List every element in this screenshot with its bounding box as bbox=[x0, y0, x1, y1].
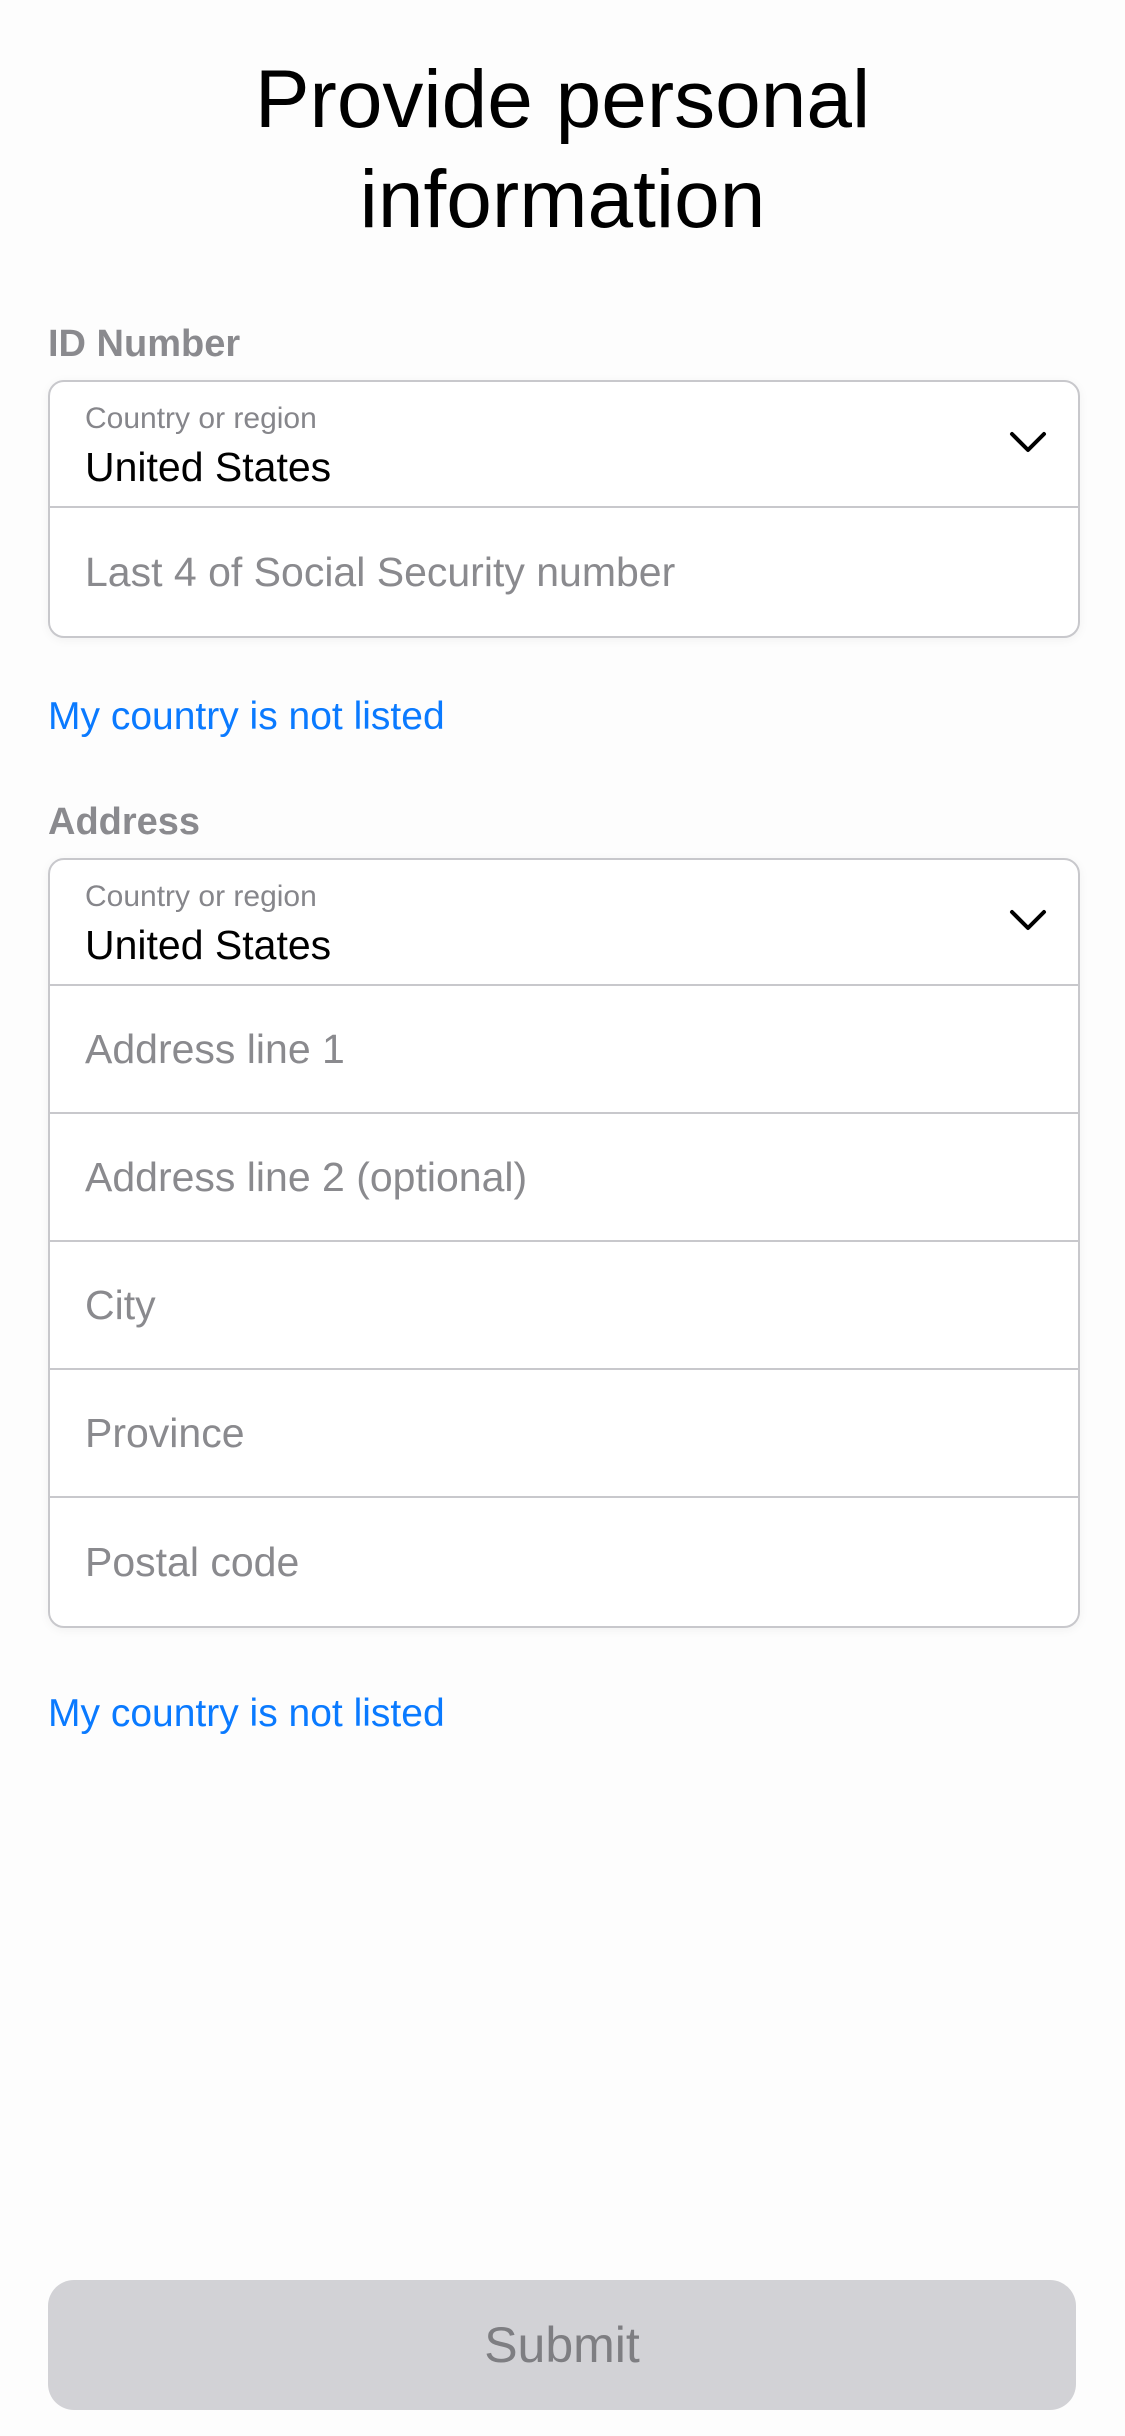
id-country-caption: Country or region bbox=[85, 402, 317, 435]
address-country-value: United States bbox=[85, 922, 332, 968]
address-card: Country or region United States bbox=[48, 858, 1080, 1628]
id-number-card: Country or region United States bbox=[48, 380, 1080, 638]
submit-button[interactable]: Submit bbox=[48, 2280, 1076, 2410]
province-row bbox=[50, 1370, 1078, 1498]
id-country-value: United States bbox=[85, 444, 332, 490]
ssn-input[interactable] bbox=[50, 508, 1078, 636]
address-line-1-input[interactable] bbox=[50, 986, 1078, 1112]
postal-code-row bbox=[50, 1498, 1078, 1626]
address-section-label: Address bbox=[48, 801, 201, 843]
postal-code-input[interactable] bbox=[50, 1498, 1078, 1626]
page-title: Provide personal information bbox=[254, 54, 871, 245]
id-number-section-label: ID Number bbox=[48, 323, 241, 365]
address-country-caption: Country or region bbox=[85, 880, 317, 913]
city-input[interactable] bbox=[50, 1242, 1078, 1368]
ssn-field-row bbox=[50, 508, 1078, 636]
id-country-not-listed-link[interactable]: My country is not listed bbox=[48, 695, 445, 739]
chevron-down-icon bbox=[1010, 432, 1046, 452]
address-line-2-row bbox=[50, 1114, 1078, 1242]
address-country-select[interactable]: Country or region United States bbox=[50, 860, 1078, 986]
address-line-1-row bbox=[50, 986, 1078, 1114]
city-row bbox=[50, 1242, 1078, 1370]
address-country-not-listed-link[interactable]: My country is not listed bbox=[48, 1692, 445, 1736]
address-line-2-input[interactable] bbox=[50, 1114, 1078, 1240]
chevron-down-icon bbox=[1010, 910, 1046, 930]
province-input[interactable] bbox=[50, 1370, 1078, 1496]
id-country-select[interactable]: Country or region United States bbox=[50, 382, 1078, 508]
